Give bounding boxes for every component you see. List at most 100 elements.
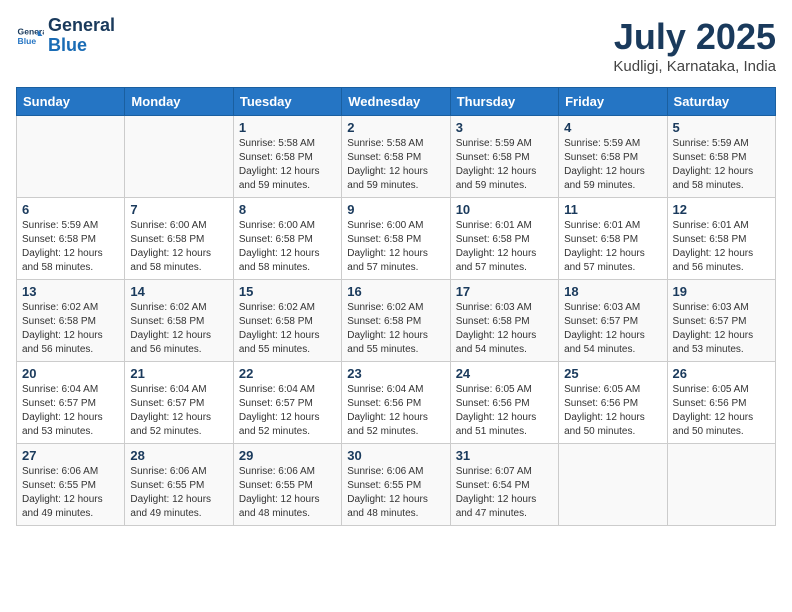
day-info: Sunrise: 6:02 AMSunset: 6:58 PMDaylight:… — [239, 301, 336, 357]
day-info: Sunrise: 6:04 AMSunset: 6:56 PMDaylight:… — [347, 383, 444, 439]
day-info: Sunrise: 6:01 AMSunset: 6:58 PMDaylight:… — [673, 219, 770, 275]
week-row-1: 1 Sunrise: 5:58 AMSunset: 6:58 PMDaylight… — [17, 116, 776, 198]
day-info: Sunrise: 6:06 AMSunset: 6:55 PMDaylight:… — [347, 465, 444, 521]
day-info: Sunrise: 5:59 AMSunset: 6:58 PMDaylight:… — [564, 137, 661, 193]
week-row-4: 20 Sunrise: 6:04 AMSunset: 6:57 PMDayligh… — [17, 362, 776, 444]
calendar-cell — [559, 444, 667, 526]
day-number: 27 — [22, 448, 119, 463]
day-info: Sunrise: 6:04 AMSunset: 6:57 PMDaylight:… — [22, 383, 119, 439]
day-number: 28 — [130, 448, 227, 463]
calendar-cell: 25 Sunrise: 6:05 AMSunset: 6:56 PMDayligh… — [559, 362, 667, 444]
calendar-cell: 12 Sunrise: 6:01 AMSunset: 6:58 PMDayligh… — [667, 198, 775, 280]
day-number: 1 — [239, 120, 336, 135]
day-info: Sunrise: 6:04 AMSunset: 6:57 PMDaylight:… — [239, 383, 336, 439]
calendar-cell: 18 Sunrise: 6:03 AMSunset: 6:57 PMDayligh… — [559, 280, 667, 362]
day-info: Sunrise: 6:00 AMSunset: 6:58 PMDaylight:… — [239, 219, 336, 275]
day-number: 4 — [564, 120, 661, 135]
logo: General Blue GeneralBlue — [16, 16, 115, 56]
week-row-5: 27 Sunrise: 6:06 AMSunset: 6:55 PMDayligh… — [17, 444, 776, 526]
calendar-cell: 4 Sunrise: 5:59 AMSunset: 6:58 PMDaylight… — [559, 116, 667, 198]
day-number: 24 — [456, 366, 553, 381]
day-number: 19 — [673, 284, 770, 299]
day-info: Sunrise: 6:02 AMSunset: 6:58 PMDaylight:… — [22, 301, 119, 357]
day-number: 5 — [673, 120, 770, 135]
calendar-cell: 16 Sunrise: 6:02 AMSunset: 6:58 PMDayligh… — [342, 280, 450, 362]
calendar-cell: 28Sunrise: 6:06 AMSunset: 6:55 PMDayligh… — [125, 444, 233, 526]
day-number: 12 — [673, 202, 770, 217]
calendar-cell: 3Sunrise: 5:59 AMSunset: 6:58 PMDaylight… — [450, 116, 558, 198]
calendar-cell: 17 Sunrise: 6:03 AMSunset: 6:58 PMDayligh… — [450, 280, 558, 362]
calendar-cell — [125, 116, 233, 198]
day-number: 20 — [22, 366, 119, 381]
weekday-header-wednesday: Wednesday — [342, 88, 450, 116]
day-number: 15 — [239, 284, 336, 299]
weekday-header-monday: Monday — [125, 88, 233, 116]
day-number: 23 — [347, 366, 444, 381]
calendar-cell: 6 Sunrise: 5:59 AMSunset: 6:58 PMDaylight… — [17, 198, 125, 280]
calendar-cell: 14Sunrise: 6:02 AMSunset: 6:58 PMDayligh… — [125, 280, 233, 362]
calendar-cell: 22 Sunrise: 6:04 AMSunset: 6:57 PMDayligh… — [233, 362, 341, 444]
calendar-cell: 19 Sunrise: 6:03 AMSunset: 6:57 PMDayligh… — [667, 280, 775, 362]
day-info: Sunrise: 6:05 AMSunset: 6:56 PMDaylight:… — [564, 383, 661, 439]
calendar-cell: 15 Sunrise: 6:02 AMSunset: 6:58 PMDayligh… — [233, 280, 341, 362]
title-block: July 2025 Kudligi, Karnataka, India — [613, 16, 776, 75]
logo-icon: General Blue — [16, 22, 44, 50]
weekday-header-friday: Friday — [559, 88, 667, 116]
day-info: Sunrise: 6:02 AMSunset: 6:58 PMDaylight:… — [130, 301, 227, 357]
weekday-header-sunday: Sunday — [17, 88, 125, 116]
day-number: 10 — [456, 202, 553, 217]
day-number: 25 — [564, 366, 661, 381]
day-info: Sunrise: 6:02 AMSunset: 6:58 PMDaylight:… — [347, 301, 444, 357]
day-number: 6 — [22, 202, 119, 217]
day-info: Sunrise: 6:03 AMSunset: 6:57 PMDaylight:… — [564, 301, 661, 357]
day-info: Sunrise: 6:03 AMSunset: 6:57 PMDaylight:… — [673, 301, 770, 357]
weekday-header-row: SundayMondayTuesdayWednesdayThursdayFrid… — [17, 88, 776, 116]
calendar-cell: 13 Sunrise: 6:02 AMSunset: 6:58 PMDayligh… — [17, 280, 125, 362]
day-number: 2 — [347, 120, 444, 135]
calendar-cell: 21Sunrise: 6:04 AMSunset: 6:57 PMDayligh… — [125, 362, 233, 444]
day-number: 22 — [239, 366, 336, 381]
week-row-3: 13 Sunrise: 6:02 AMSunset: 6:58 PMDayligh… — [17, 280, 776, 362]
calendar-cell: 30 Sunrise: 6:06 AMSunset: 6:55 PMDayligh… — [342, 444, 450, 526]
day-info: Sunrise: 6:01 AMSunset: 6:58 PMDaylight:… — [456, 219, 553, 275]
calendar-cell: 26Sunrise: 6:05 AMSunset: 6:56 PMDayligh… — [667, 362, 775, 444]
day-number: 18 — [564, 284, 661, 299]
day-number: 21 — [130, 366, 227, 381]
day-number: 30 — [347, 448, 444, 463]
day-info: Sunrise: 5:59 AMSunset: 6:58 PMDaylight:… — [22, 219, 119, 275]
day-number: 13 — [22, 284, 119, 299]
calendar-cell: 1 Sunrise: 5:58 AMSunset: 6:58 PMDaylight… — [233, 116, 341, 198]
day-info: Sunrise: 6:01 AMSunset: 6:58 PMDaylight:… — [564, 219, 661, 275]
day-number: 31 — [456, 448, 553, 463]
day-number: 17 — [456, 284, 553, 299]
day-info: Sunrise: 5:59 AMSunset: 6:58 PMDaylight:… — [673, 137, 770, 193]
header: General Blue GeneralBlue July 2025 Kudli… — [16, 16, 776, 75]
day-info: Sunrise: 6:06 AMSunset: 6:55 PMDaylight:… — [239, 465, 336, 521]
calendar-cell: 5 Sunrise: 5:59 AMSunset: 6:58 PMDaylight… — [667, 116, 775, 198]
weekday-header-tuesday: Tuesday — [233, 88, 341, 116]
calendar-cell: 20 Sunrise: 6:04 AMSunset: 6:57 PMDayligh… — [17, 362, 125, 444]
day-number: 9 — [347, 202, 444, 217]
calendar-cell: 11 Sunrise: 6:01 AMSunset: 6:58 PMDayligh… — [559, 198, 667, 280]
calendar-table: SundayMondayTuesdayWednesdayThursdayFrid… — [16, 87, 776, 526]
day-info: Sunrise: 6:00 AMSunset: 6:58 PMDaylight:… — [347, 219, 444, 275]
day-number: 7 — [130, 202, 227, 217]
calendar-cell: 31Sunrise: 6:07 AMSunset: 6:54 PMDayligh… — [450, 444, 558, 526]
day-number: 16 — [347, 284, 444, 299]
svg-text:Blue: Blue — [18, 36, 37, 46]
location: Kudligi, Karnataka, India — [613, 58, 776, 75]
day-number: 11 — [564, 202, 661, 217]
calendar-cell: 24Sunrise: 6:05 AMSunset: 6:56 PMDayligh… — [450, 362, 558, 444]
day-info: Sunrise: 5:59 AMSunset: 6:58 PMDaylight:… — [456, 137, 553, 193]
calendar-cell: 23 Sunrise: 6:04 AMSunset: 6:56 PMDayligh… — [342, 362, 450, 444]
day-number: 26 — [673, 366, 770, 381]
calendar-cell: 8Sunrise: 6:00 AMSunset: 6:58 PMDaylight… — [233, 198, 341, 280]
day-info: Sunrise: 5:58 AMSunset: 6:58 PMDaylight:… — [239, 137, 336, 193]
day-number: 29 — [239, 448, 336, 463]
day-info: Sunrise: 6:03 AMSunset: 6:58 PMDaylight:… — [456, 301, 553, 357]
calendar-cell: 10 Sunrise: 6:01 AMSunset: 6:58 PMDayligh… — [450, 198, 558, 280]
calendar-cell: 29 Sunrise: 6:06 AMSunset: 6:55 PMDayligh… — [233, 444, 341, 526]
calendar-cell — [17, 116, 125, 198]
calendar-cell: 27Sunrise: 6:06 AMSunset: 6:55 PMDayligh… — [17, 444, 125, 526]
week-row-2: 6 Sunrise: 5:59 AMSunset: 6:58 PMDaylight… — [17, 198, 776, 280]
